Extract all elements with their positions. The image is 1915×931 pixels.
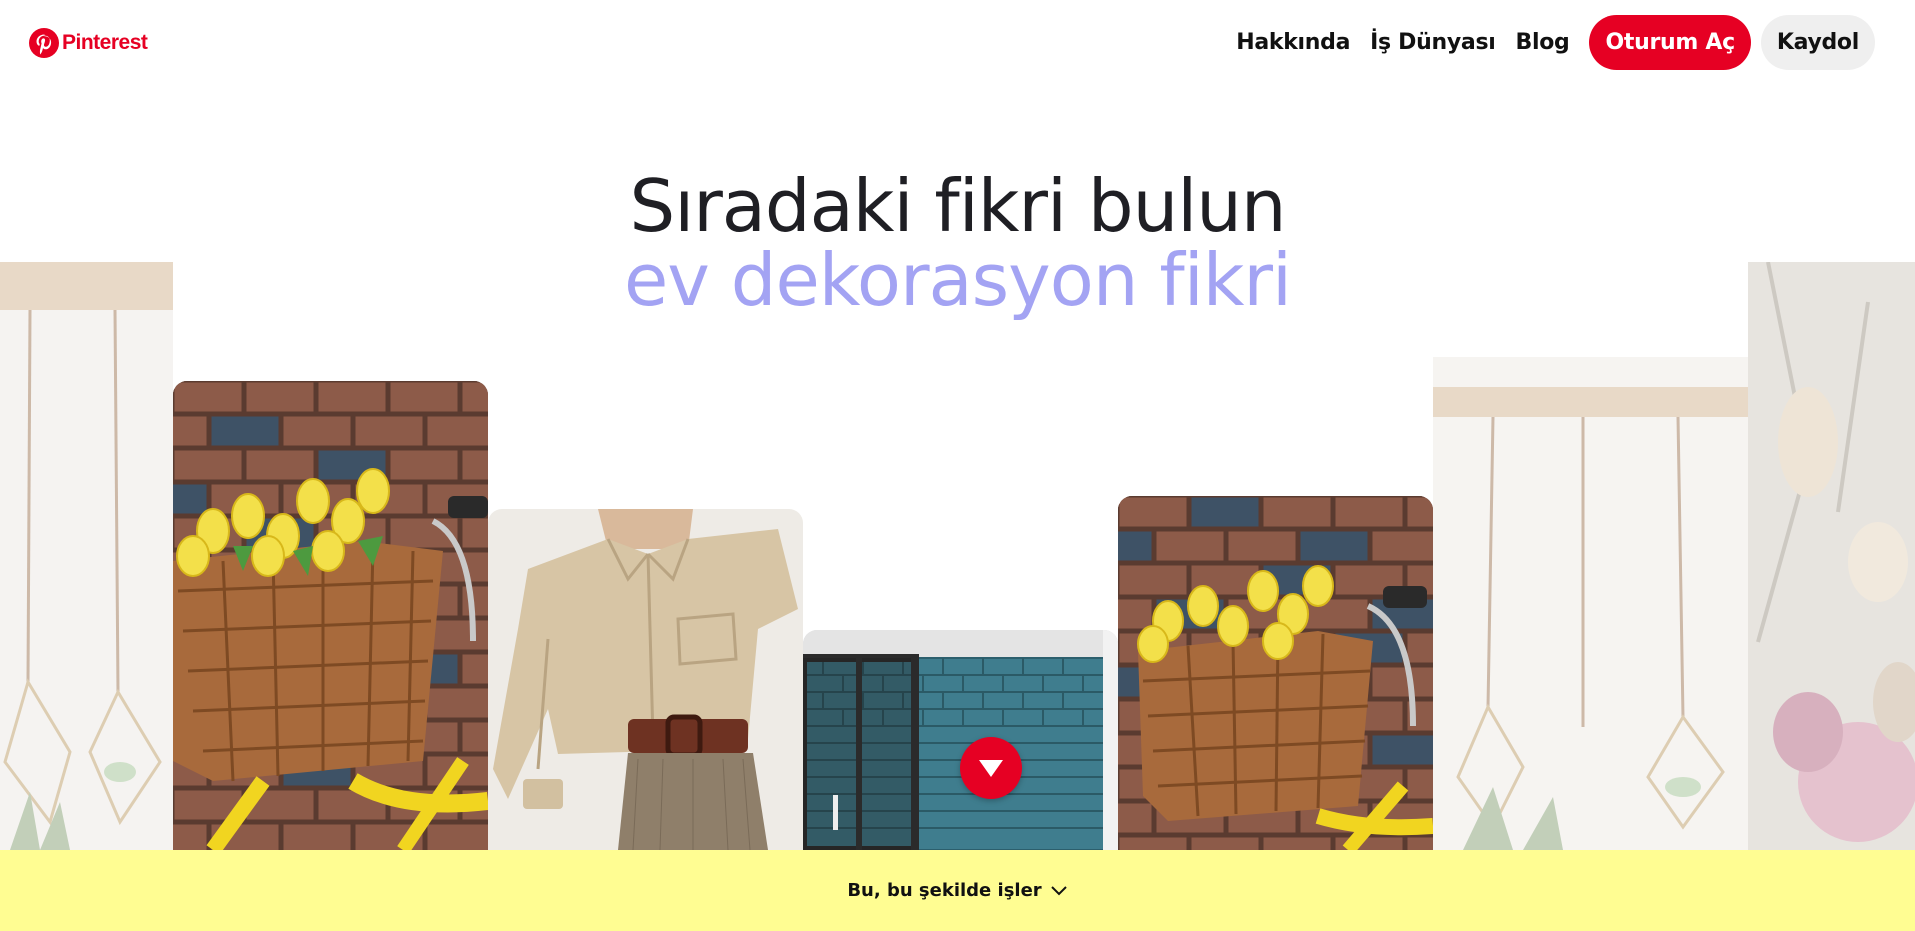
hero-headline: Sıradaki fikri bulun ev dekorasyon fikri — [0, 170, 1915, 316]
header: Pinterest Hakkında İş Dünyası Blog Oturu… — [0, 0, 1915, 86]
pin-image[interactable] — [1433, 357, 1748, 850]
login-button[interactable]: Oturum Aç — [1589, 15, 1751, 70]
pinterest-logo-icon — [29, 28, 59, 58]
how-it-works-label: Bu, bu şekilde işler — [847, 880, 1042, 901]
pin-image[interactable] — [1118, 496, 1433, 850]
pinterest-logo-link[interactable]: Pinterest — [29, 27, 148, 59]
headline-rotating-topic: ev dekorasyon fikri — [623, 238, 1292, 322]
nav-blog-link[interactable]: Blog — [1516, 30, 1570, 55]
signup-button[interactable]: Kaydol — [1760, 15, 1875, 70]
headline-title: Sıradaki fikri bulun — [629, 164, 1287, 248]
top-nav: Hakkında İş Dünyası Blog Oturum Aç Kaydo… — [1236, 15, 1875, 70]
pin-image[interactable] — [488, 509, 803, 850]
pinterest-wordmark: Pinterest — [62, 31, 148, 54]
nav-about-link[interactable]: Hakkında — [1236, 30, 1350, 55]
triangle-down-icon — [979, 760, 1003, 777]
pin-image[interactable] — [0, 262, 173, 850]
nav-business-link[interactable]: İş Dünyası — [1370, 30, 1496, 55]
chevron-down-icon — [1050, 885, 1067, 895]
next-section-button[interactable] — [960, 737, 1022, 799]
pin-image[interactable] — [1748, 262, 1915, 850]
pin-image[interactable] — [803, 630, 1118, 850]
pin-image[interactable] — [173, 381, 488, 850]
how-it-works-bar[interactable]: Bu, bu şekilde işler — [0, 850, 1915, 931]
